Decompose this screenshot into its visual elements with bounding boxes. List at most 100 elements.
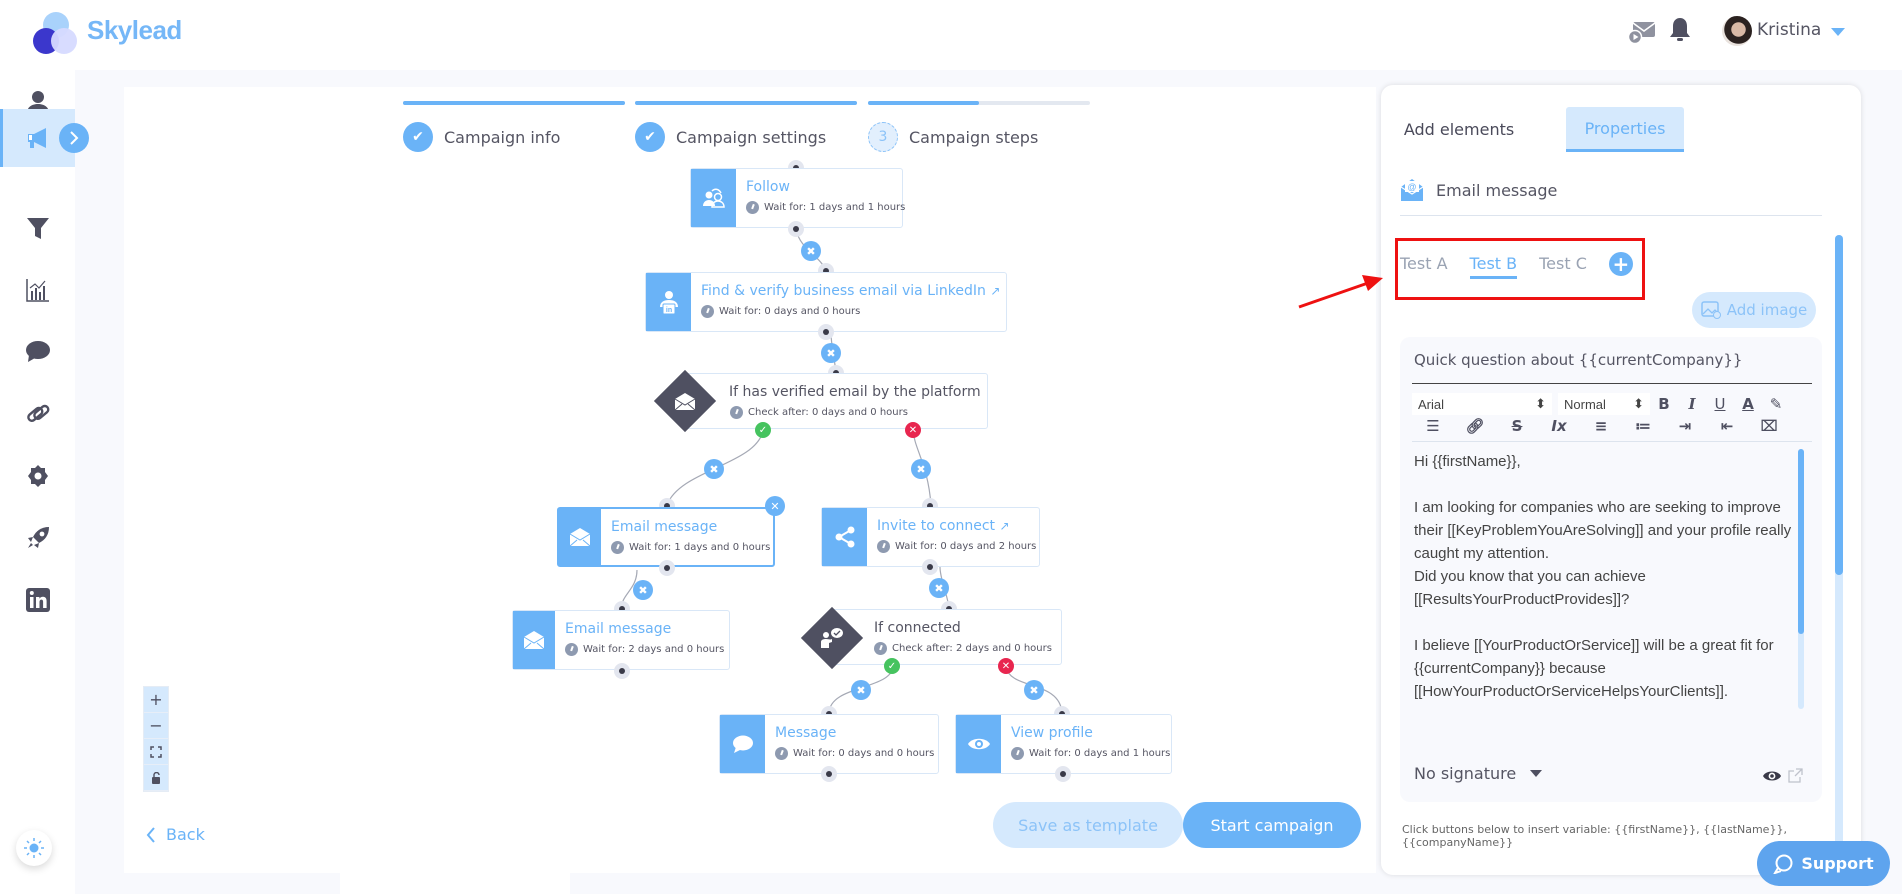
zoom-out-minus-icon[interactable]: − (144, 713, 168, 739)
email-body-textarea[interactable]: Hi {{firstName}}, I am looking for compa… (1414, 450, 1804, 703)
expand-external-icon[interactable] (1787, 768, 1803, 784)
editor-scrollbar[interactable] (1798, 449, 1804, 709)
mail-play-icon[interactable] (1628, 20, 1656, 44)
node-output-port[interactable] (614, 663, 630, 679)
subject-input[interactable]: Quick question about {{currentCompany}} (1414, 351, 1742, 369)
back-button[interactable]: Back (146, 825, 205, 844)
node-output-port[interactable] (1055, 766, 1071, 782)
italic-icon[interactable]: I (1678, 393, 1706, 415)
sidebar-item-filters[interactable] (0, 199, 75, 257)
align-icon[interactable]: ☰ (1412, 415, 1454, 437)
flow-node-view-profile[interactable]: View profile Wait for: 0 days and 1 hours (955, 714, 1172, 774)
clear-format-icon[interactable]: Ix (1538, 415, 1580, 437)
link-icon[interactable]: 🔗︎ (1454, 415, 1496, 437)
step-campaign-settings[interactable]: ✔ Campaign settings (635, 122, 826, 152)
outdent-icon[interactable]: ⇤ (1706, 415, 1748, 437)
step-campaign-info[interactable]: ✔ Campaign info (403, 122, 560, 152)
bullet-list-icon[interactable]: ≔ (1622, 415, 1664, 437)
canvas-bottom-strip (340, 873, 570, 894)
sidebar-item-settings[interactable] (0, 447, 75, 505)
sidebar-item-boost[interactable] (0, 509, 75, 567)
remove-link-icon[interactable]: ✖ (911, 459, 931, 479)
ordered-list-icon[interactable]: ≡ (1580, 415, 1622, 437)
strikethrough-icon[interactable]: S (1496, 415, 1538, 437)
support-button[interactable]: Support (1757, 841, 1890, 886)
flow-node-email-1[interactable]: Email message Wait for: 1 days and 0 hour… (557, 507, 775, 567)
remove-link-icon[interactable]: ✖ (704, 459, 724, 479)
flow-node-invite[interactable]: Invite to connect ↗ Wait for: 0 days and … (821, 507, 1040, 567)
panel-scrollbar[interactable] (1835, 235, 1843, 875)
underline-icon[interactable]: U (1706, 393, 1734, 415)
svg-text:in: in (665, 307, 671, 314)
node-check: Check after: 2 days and 0 hours (892, 643, 1052, 654)
flow-node-find-email[interactable]: in Find & verify business email via Link… (645, 272, 1007, 332)
text-color-icon[interactable]: A (1734, 393, 1762, 415)
node-output-port[interactable] (788, 221, 804, 237)
canvas-zoom-controls: + − (143, 686, 169, 792)
remove-link-icon[interactable]: ✖ (821, 343, 841, 363)
flow-node-message[interactable]: Message Wait for: 0 days and 0 hours (719, 714, 939, 774)
signature-value: No signature (1414, 764, 1517, 783)
highlight-pen-icon[interactable]: ✎ (1762, 393, 1790, 415)
back-label: Back (166, 825, 205, 844)
signature-select[interactable]: No signature (1414, 764, 1543, 783)
flow-node-if-connected[interactable]: If connected Check after: 2 days and 0 h… (829, 609, 1062, 665)
remove-link-icon[interactable]: ✖ (929, 578, 949, 598)
condition-yes-check-icon[interactable]: ✓ (755, 422, 771, 438)
node-output-port[interactable] (821, 766, 837, 782)
flow-node-follow[interactable]: Follow Wait for: 1 days and 1 hours (690, 168, 905, 228)
skylead-logo[interactable] (30, 10, 82, 54)
element-title: Email message (1436, 180, 1558, 200)
remove-link-icon[interactable]: ✖ (801, 241, 821, 261)
save-as-template-button[interactable]: Save as template (993, 802, 1183, 848)
step-progress-2 (635, 101, 857, 105)
svg-text:@: @ (1407, 182, 1416, 192)
theme-toggle-sun-icon[interactable] (16, 830, 52, 866)
external-link-icon[interactable]: ↗ (1000, 519, 1010, 533)
size-select[interactable]: Normal ⬍ (1558, 393, 1650, 415)
node-output-port[interactable] (818, 324, 834, 340)
remove-format-icon[interactable]: ⌧ (1748, 415, 1790, 437)
zoom-in-plus-icon[interactable]: + (144, 687, 168, 713)
person-chat-icon (821, 628, 843, 648)
user-name[interactable]: Kristina (1757, 20, 1821, 40)
add-image-button[interactable]: Add image (1692, 292, 1816, 328)
condition-no-x-icon[interactable]: ✕ (998, 658, 1014, 674)
delete-node-close-icon[interactable]: ✕ (765, 496, 785, 516)
brand-name[interactable]: Skylead (87, 15, 182, 46)
remove-link-icon[interactable]: ✖ (1024, 680, 1044, 700)
sidebar-item-statistics[interactable] (0, 261, 75, 319)
flow-node-email-2[interactable]: Email message Wait for: 2 days and 0 hour… (512, 610, 730, 670)
bell-icon[interactable] (1669, 16, 1691, 44)
tab-properties[interactable]: Properties (1566, 107, 1684, 152)
node-output-port[interactable] (659, 560, 675, 576)
user-menu-chevron-down-icon[interactable] (1831, 28, 1845, 36)
bold-icon[interactable]: B (1650, 393, 1678, 415)
flow-node-if-verified[interactable]: If has verified email by the platform Ch… (683, 373, 988, 429)
indent-icon[interactable]: ⇥ (1664, 415, 1706, 437)
tab-add-elements[interactable]: Add elements (1399, 107, 1519, 152)
sidebar-item-inbox[interactable] (0, 323, 75, 381)
node-output-port[interactable] (922, 559, 938, 575)
remove-link-icon[interactable]: ✖ (851, 680, 871, 700)
clock-icon (746, 201, 759, 214)
condition-yes-check-icon[interactable]: ✓ (884, 658, 900, 674)
clock-icon (611, 541, 624, 554)
condition-no-x-icon[interactable]: ✕ (905, 422, 921, 438)
image-icon (1700, 301, 1721, 319)
font-select[interactable]: Arial ⬍ (1412, 393, 1552, 415)
lock-icon[interactable] (144, 765, 168, 791)
user-avatar[interactable] (1722, 16, 1752, 46)
fit-view-icon[interactable] (144, 739, 168, 765)
sidebar-item-linkedin[interactable] (0, 571, 75, 629)
step-campaign-steps[interactable]: 3 Campaign steps (868, 122, 1038, 152)
sidebar-expand-chevron-right-icon[interactable] (59, 123, 89, 153)
envelope-open-icon (674, 393, 696, 411)
external-link-icon[interactable]: ↗ (990, 284, 1000, 298)
sidebar-item-integrations[interactable] (0, 385, 75, 443)
check-icon: ✔ (403, 122, 433, 152)
remove-link-icon[interactable]: ✖ (633, 580, 653, 600)
funnel-icon (26, 218, 49, 239)
preview-eye-icon[interactable] (1762, 769, 1782, 783)
start-campaign-button[interactable]: Start campaign (1183, 802, 1361, 848)
